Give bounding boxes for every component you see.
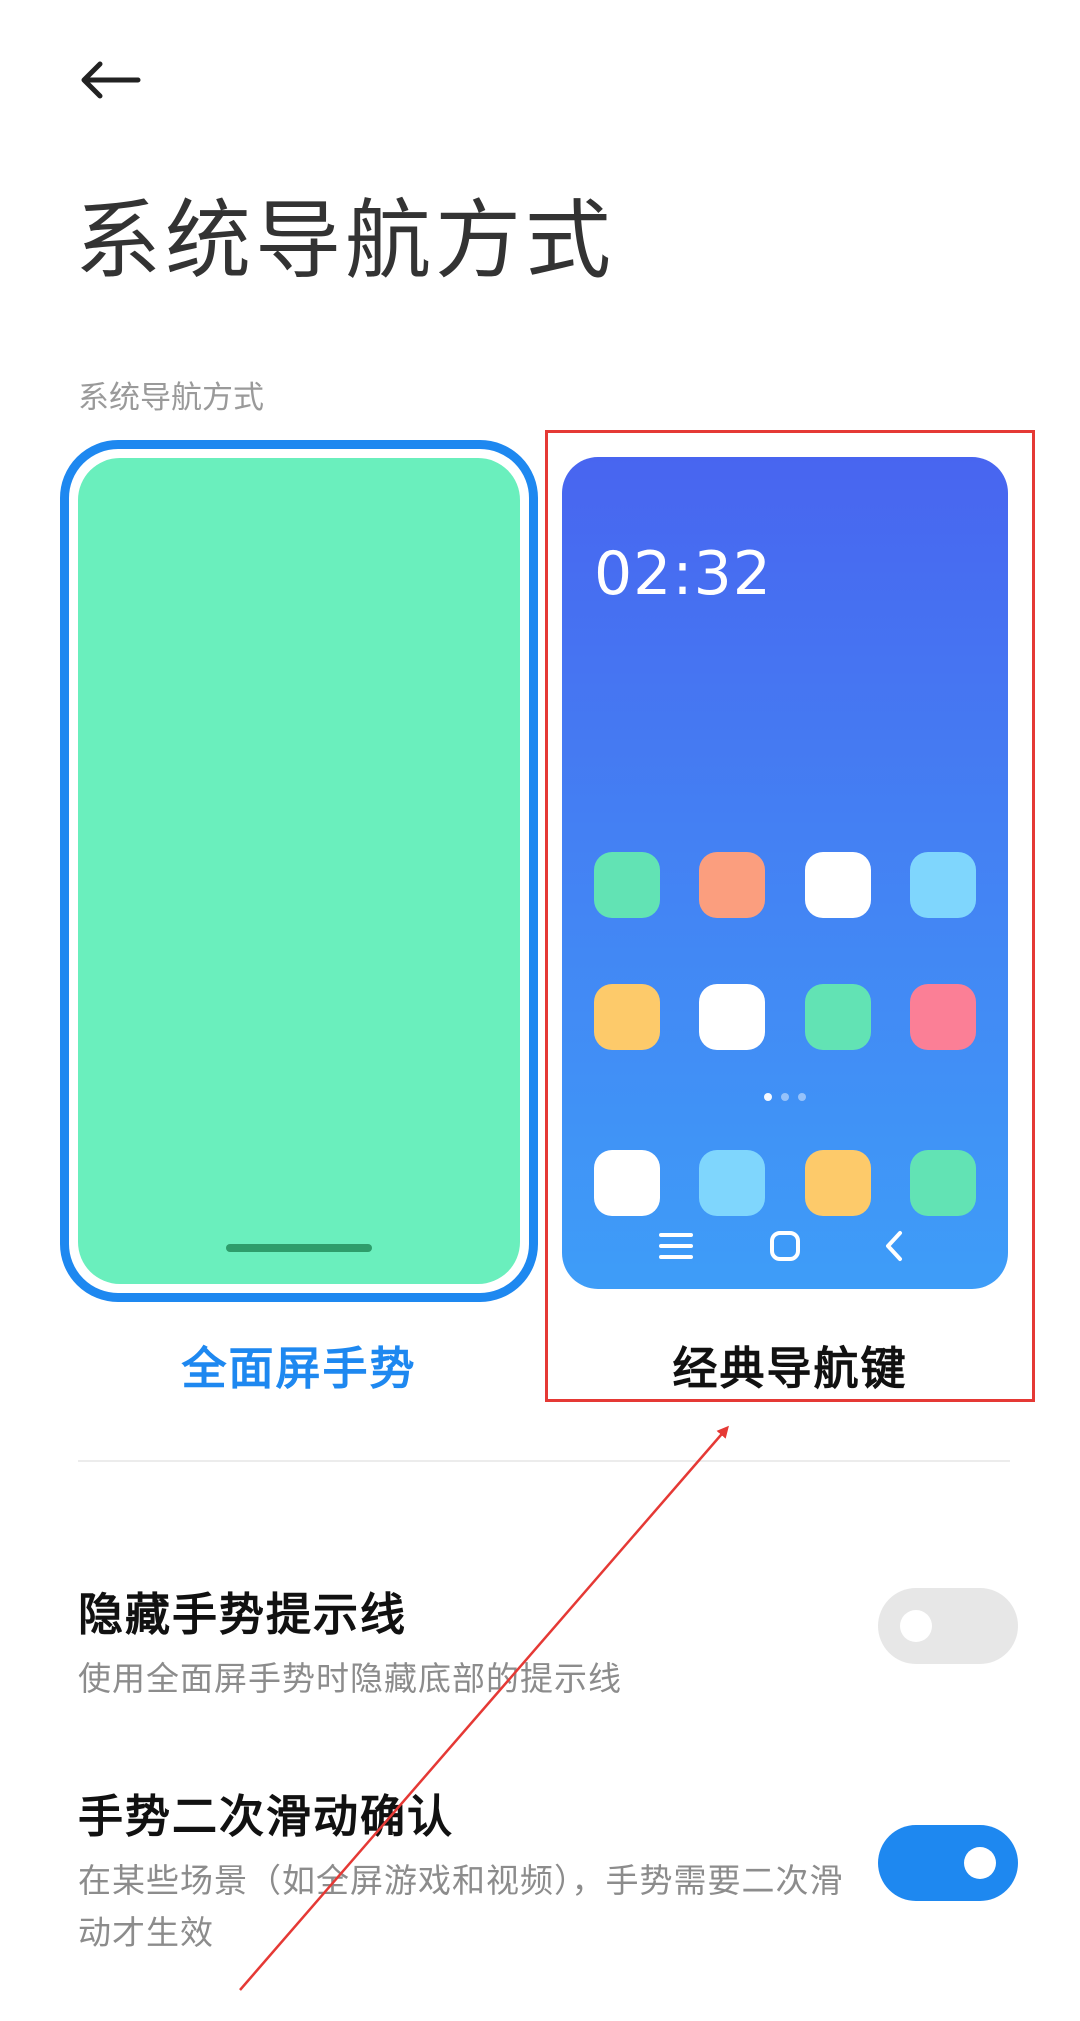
classic-preview-screen: 02:32 (562, 457, 1008, 1289)
page-dot (764, 1093, 772, 1101)
option-label-classic: 经典导航键 (672, 1342, 908, 1395)
app-icon (699, 1150, 766, 1216)
preview-clock: 02:32 (594, 539, 772, 609)
gesture-hint-bar (226, 1244, 372, 1252)
app-icon (909, 984, 976, 1050)
app-icon (594, 852, 660, 918)
arrow-left-icon (81, 61, 141, 99)
option-label-gesture: 全面屏手势 (181, 1342, 417, 1395)
home-icon (760, 1221, 810, 1271)
page-title: 系统导航方式 (75, 191, 615, 291)
toggle-knob (964, 1847, 996, 1879)
back-chevron-icon (869, 1221, 919, 1271)
setting-title: 隐藏手势提示线 (78, 1588, 408, 1641)
app-icon (804, 852, 871, 918)
app-icon (804, 1150, 871, 1216)
setting-title: 手势二次滑动确认 (78, 1790, 455, 1843)
back-button[interactable] (70, 40, 150, 120)
option-classic-nav-keys[interactable]: 02:32 经典导航键 (545, 430, 1035, 1402)
preview-app-row (594, 852, 976, 918)
section-divider (78, 1460, 1010, 1462)
page-dot (781, 1093, 789, 1101)
page-dot (798, 1093, 806, 1101)
app-icon (909, 1150, 976, 1216)
hide-gesture-line-toggle[interactable] (878, 1588, 1018, 1664)
setting-swipe-confirm[interactable]: 手势二次滑动确认 在某些场景（如全屏游戏和视频），手势需要二次滑动才生效 (78, 1780, 1018, 1959)
app-icon (594, 1150, 660, 1216)
section-label: 系统导航方式 (78, 380, 264, 416)
app-icon (594, 984, 660, 1050)
app-icon (804, 984, 871, 1050)
app-icon (699, 984, 766, 1050)
setting-description: 使用全面屏手势时隐藏底部的提示线 (78, 1659, 622, 1698)
navigation-settings-page: 系统导航方式 系统导航方式 全面屏手势 02:32 经典导航键 隐藏手势提示线 … (0, 0, 1080, 2021)
app-icon (909, 852, 976, 918)
gesture-preview-frame (60, 440, 538, 1302)
app-icon (699, 852, 766, 918)
page-indicator (562, 1093, 1008, 1101)
setting-hide-gesture-line[interactable]: 隐藏手势提示线 使用全面屏手势时隐藏底部的提示线 (78, 1578, 1018, 1705)
preview-dock-row (594, 1150, 976, 1216)
setting-description: 在某些场景（如全屏游戏和视频），手势需要二次滑动才生效 (78, 1861, 844, 1952)
swipe-confirm-toggle[interactable] (878, 1825, 1018, 1901)
toggle-knob (900, 1610, 932, 1642)
preview-app-row (594, 984, 976, 1050)
gesture-preview-screen (78, 458, 520, 1284)
preview-nav-keys (562, 1221, 1008, 1271)
menu-icon (651, 1221, 701, 1271)
